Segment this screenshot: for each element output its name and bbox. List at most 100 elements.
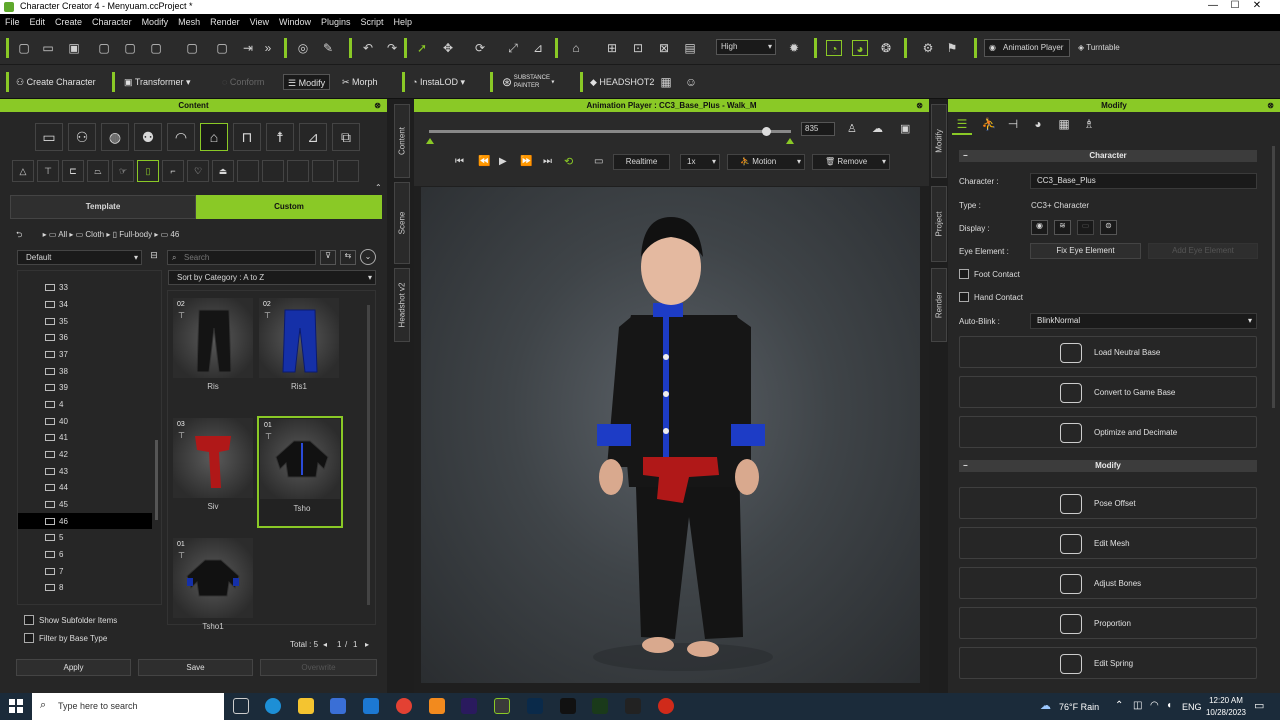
folder-category-icon[interactable]: ▭ <box>35 123 63 151</box>
next-page-icon[interactable]: ▸ <box>365 640 369 649</box>
chrome-icon[interactable] <box>396 698 412 714</box>
shoes-icon[interactable]: ⌐ <box>162 160 184 182</box>
skip-end-icon[interactable]: ⏭ <box>543 156 552 167</box>
next-frame-icon[interactable]: ⏩ <box>520 156 532 167</box>
more-icon[interactable]: » <box>260 40 276 56</box>
tab-custom[interactable]: Custom <box>196 195 382 219</box>
create-character-button[interactable]: ⚇ Create Character <box>16 74 96 90</box>
prev-frame-icon[interactable]: ⏪ <box>478 156 490 167</box>
tree-item[interactable]: 4 <box>45 400 63 409</box>
remove-button[interactable]: 🗑 Remove ▾ <box>812 154 890 170</box>
menu-plugins[interactable]: Plugins <box>316 14 356 31</box>
tree-item[interactable]: 43 <box>45 467 68 476</box>
tree-item[interactable]: 7 <box>45 567 63 576</box>
tree-item[interactable]: 34 <box>45 300 68 309</box>
weather-text[interactable]: 76°F Rain <box>1059 702 1099 712</box>
fix-eye-element-button[interactable]: Fix Eye Element <box>1030 243 1141 259</box>
speed-select[interactable]: 1x ▾ <box>680 154 720 170</box>
hat-icon[interactable]: △ <box>12 160 34 182</box>
collapse-icon[interactable]: ⌃ <box>375 183 382 192</box>
modify-ruler-icon[interactable]: ⊣ <box>1004 117 1022 135</box>
side-tab-scene[interactable]: Scene <box>394 182 410 264</box>
display-eye-icon[interactable]: ◉ <box>1031 220 1048 235</box>
undo-icon[interactable]: ↶ <box>360 40 376 56</box>
tree-item[interactable]: 38 <box>45 367 68 376</box>
options-circle-icon[interactable]: ⌄ <box>360 249 376 265</box>
filter-icon[interactable]: ⊽ <box>320 250 336 265</box>
start-marker-icon[interactable] <box>426 138 434 144</box>
side-tab-project[interactable]: Project <box>931 186 947 262</box>
move-icon[interactable]: ✥ <box>440 40 456 56</box>
side-tab-headshot[interactable]: Headshot v2 <box>394 268 410 342</box>
frame-input[interactable]: 835 <box>801 122 835 136</box>
accessory-category-icon[interactable]: ⊓ <box>233 123 261 151</box>
swap-icon[interactable]: ⇆ <box>340 250 356 265</box>
menu-file[interactable]: File <box>0 14 25 31</box>
show-subfolder-checkbox[interactable] <box>24 615 34 625</box>
tree-item[interactable]: 6 <box>45 550 63 559</box>
menu-help[interactable]: Help <box>389 14 418 31</box>
export-fbx-icon[interactable]: ▢ <box>148 40 164 56</box>
skirt-icon[interactable]: ⏢ <box>87 160 109 182</box>
display-mesh-icon[interactable]: ≋ <box>1054 220 1071 235</box>
frame-icon[interactable]: ⊡ <box>630 40 646 56</box>
sort-select[interactable]: Sort by Category : A to Z ▾ <box>168 270 376 285</box>
group-icon[interactable]: ❂ <box>878 40 894 56</box>
tree-item[interactable]: 44 <box>45 483 68 492</box>
menu-modify[interactable]: Modify <box>137 14 174 31</box>
menu-mesh[interactable]: Mesh <box>173 14 205 31</box>
edge-icon[interactable] <box>265 698 281 714</box>
quality-select[interactable]: High ▾ <box>716 39 776 55</box>
tree-item[interactable]: 45 <box>45 500 68 509</box>
adjust-bones-button[interactable]: Adjust Bones <box>959 567 1257 599</box>
turntable-button[interactable]: ◈ Turntable <box>1078 39 1120 57</box>
hand-contact-checkbox[interactable] <box>959 292 969 302</box>
export-icon[interactable]: ▢ <box>122 40 138 56</box>
headshot-button[interactable]: ◆ HEADSHOT2 <box>590 74 654 90</box>
light-icon[interactable]: ✹ <box>786 40 802 56</box>
tree-item[interactable]: 39 <box>45 383 68 392</box>
face-icon[interactable]: ☺ <box>683 74 699 90</box>
close-panel-icon[interactable]: ⊗ <box>1267 99 1274 112</box>
modify-pose-icon[interactable]: ⛹ <box>980 117 998 135</box>
tree-item-selected[interactable]: 46 <box>45 517 68 526</box>
modify-button[interactable]: ☰ Modify <box>283 74 331 90</box>
menu-script[interactable]: Script <box>356 14 389 31</box>
load-neutral-base-button[interactable]: Load Neutral Base <box>959 336 1257 368</box>
spring-icon[interactable]: ◔ <box>826 40 842 56</box>
edit-mesh-button[interactable]: Edit Mesh <box>959 527 1257 559</box>
body-category-icon[interactable]: ⚉ <box>134 123 162 151</box>
new-file-icon[interactable]: ▢ <box>16 40 32 56</box>
modify-scrollbar[interactable] <box>1272 146 1275 408</box>
side-tab-content[interactable]: Content <box>394 104 410 178</box>
weather-icon[interactable]: ☁ <box>1040 699 1051 712</box>
send-icon[interactable]: ▢ <box>214 40 230 56</box>
menu-edit[interactable]: Edit <box>25 14 51 31</box>
breadcrumb-fullbody[interactable]: Full-body <box>119 230 152 239</box>
export-obj-icon[interactable]: ▢ <box>184 40 200 56</box>
screen-icon[interactable]: ▣ <box>900 122 910 135</box>
apply-button[interactable]: Apply <box>16 659 131 676</box>
menu-view[interactable]: View <box>245 14 274 31</box>
record-app-icon[interactable] <box>658 698 674 714</box>
loop-icon[interactable]: ⟲ <box>564 155 573 168</box>
clock-date[interactable]: 10/28/2023 <box>1201 708 1251 717</box>
gloves-icon[interactable]: ☞ <box>112 160 134 182</box>
item-thumbnail-ris[interactable]: 02 ⊤ <box>173 298 253 378</box>
iclone-icon[interactable] <box>592 698 608 714</box>
capcut-icon[interactable] <box>625 698 641 714</box>
camera-icon[interactable]: ▤ <box>682 40 698 56</box>
display-shade-icon[interactable]: ⊜ <box>1100 220 1117 235</box>
tree-item[interactable]: 40 <box>45 417 68 426</box>
conform-button[interactable]: ◌ Conform <box>222 74 264 90</box>
pose-category-icon[interactable]: ☨ <box>266 123 294 151</box>
shirt-icon[interactable]: ⊤ <box>37 160 59 182</box>
pivot-icon[interactable]: ⊿ <box>530 40 546 56</box>
modify-section-header[interactable]: − Modify <box>959 460 1257 472</box>
cloud-icon[interactable]: ☁ <box>872 122 883 135</box>
accessory-icon[interactable]: ⏏ <box>212 160 234 182</box>
brush-icon[interactable]: ✎ <box>320 40 336 56</box>
grid-scrollbar[interactable] <box>367 305 370 605</box>
prev-page-icon[interactable]: ◂ <box>323 640 327 649</box>
scene-icon[interactable]: ◎ <box>295 40 311 56</box>
